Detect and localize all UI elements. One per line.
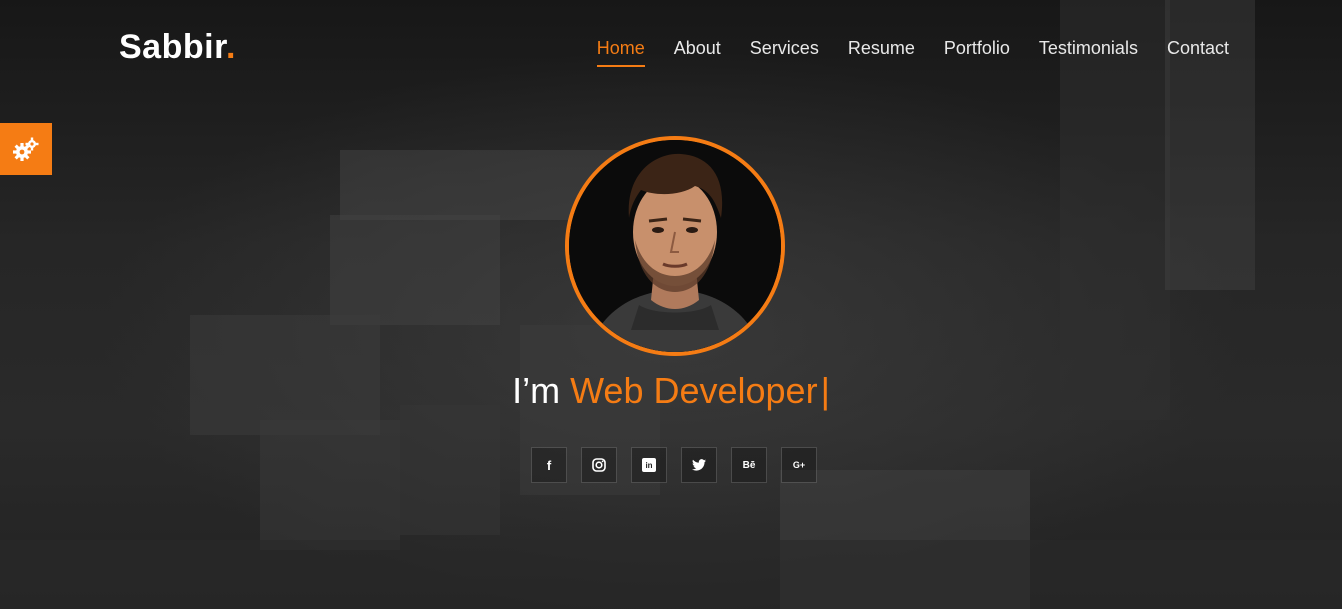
google-plus-icon: G+ xyxy=(792,460,806,470)
linkedin-icon: in xyxy=(642,458,656,472)
nav-item-about[interactable]: About xyxy=(674,38,721,67)
nav-item-home[interactable]: Home xyxy=(596,38,645,67)
gears-icon xyxy=(13,137,39,161)
avatar-portrait xyxy=(569,140,781,352)
behance-link[interactable]: Bē xyxy=(731,447,767,483)
nav-item-services[interactable]: Services xyxy=(750,38,819,67)
instagram-link[interactable] xyxy=(581,447,617,483)
nav-item-portfolio[interactable]: Portfolio xyxy=(944,38,1010,67)
typed-role-text: Web Developer xyxy=(570,370,818,411)
nav-item-testimonials[interactable]: Testimonials xyxy=(1039,38,1138,67)
linkedin-link[interactable]: in xyxy=(631,447,667,483)
behance-icon: Bē xyxy=(742,459,756,471)
site-logo[interactable]: Sabbir. xyxy=(119,28,236,67)
hero-headline: I’m Web Developer| xyxy=(0,370,1342,412)
nav-item-resume[interactable]: Resume xyxy=(848,38,915,67)
logo-dot: . xyxy=(225,28,236,66)
typing-cursor: | xyxy=(820,370,830,411)
linkedin-glyph: in xyxy=(645,460,653,470)
google-plus-link[interactable]: G+ xyxy=(781,447,817,483)
settings-toggle-button[interactable] xyxy=(0,123,52,175)
profile-avatar xyxy=(565,136,785,356)
nav-item-contact[interactable]: Contact xyxy=(1167,38,1229,67)
facebook-icon: f xyxy=(546,457,552,473)
social-links: f in Bē G+ xyxy=(531,447,817,483)
instagram-icon xyxy=(592,458,606,472)
main-nav: Home About Services Resume Portfolio Tes… xyxy=(568,38,1229,67)
facebook-link[interactable]: f xyxy=(531,447,567,483)
headline-prefix: I’m xyxy=(512,370,561,411)
twitter-icon xyxy=(692,459,706,471)
twitter-link[interactable] xyxy=(681,447,717,483)
logo-text: Sabbir xyxy=(119,28,226,66)
